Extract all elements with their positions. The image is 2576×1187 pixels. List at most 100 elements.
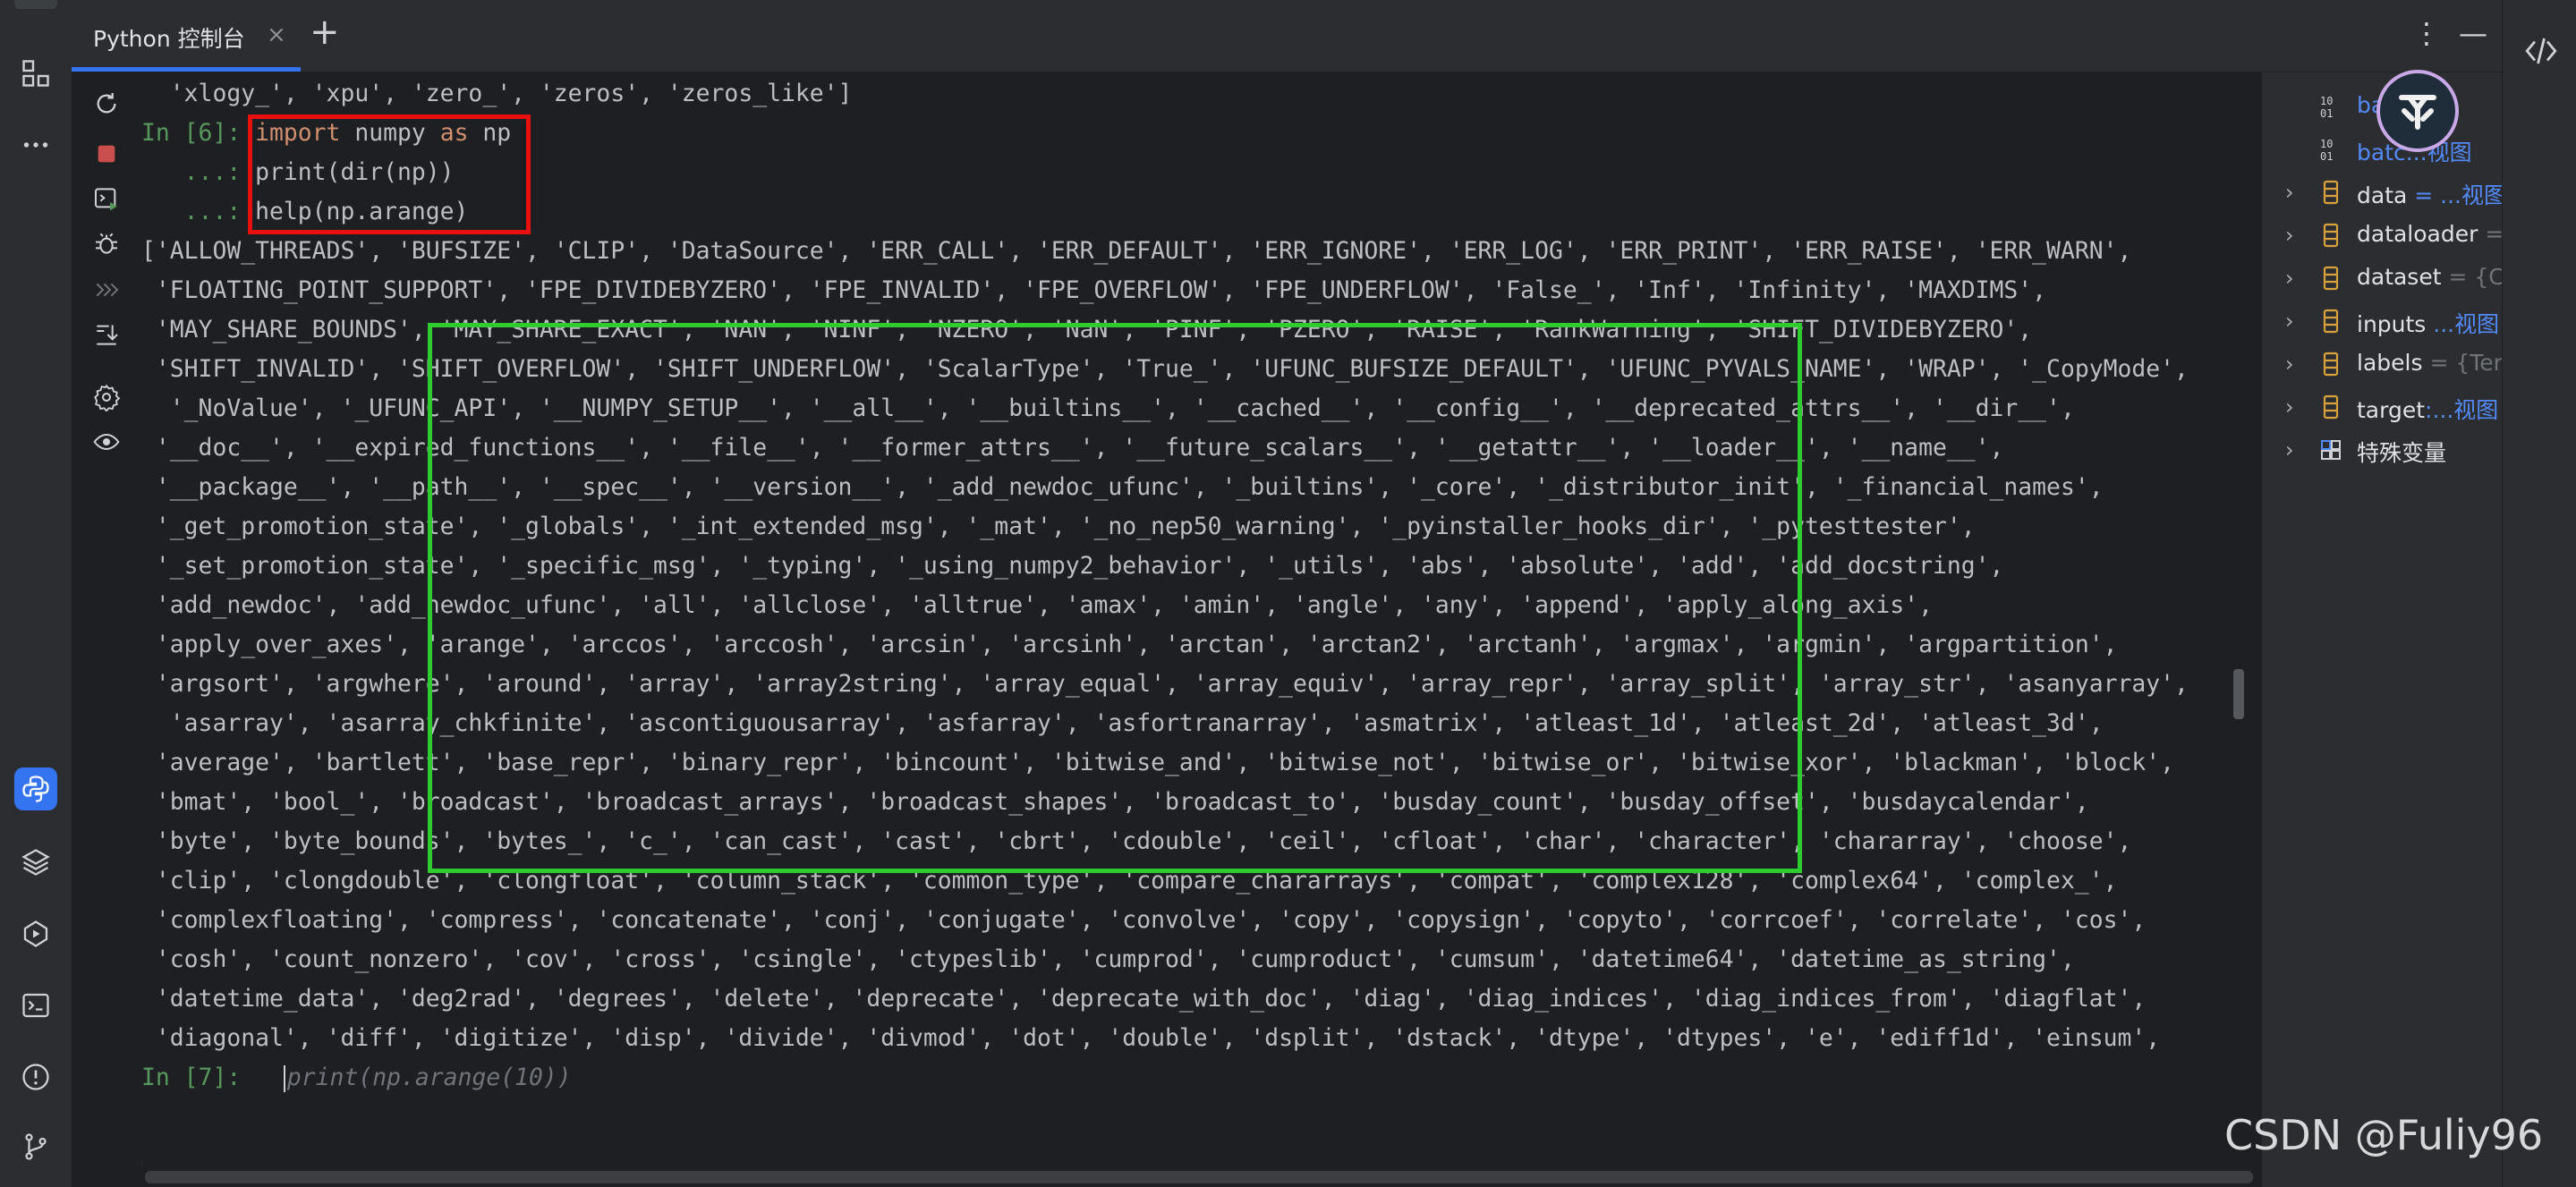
show-history-icon[interactable] (88, 271, 125, 309)
list-variable-icon (2319, 180, 2342, 205)
svg-text:01: 01 (2320, 107, 2333, 119)
variable-name-text: dataloader (2357, 221, 2478, 247)
python-console-icon[interactable] (14, 767, 57, 810)
highlight-green-box (428, 323, 1802, 873)
variable-name-text: target (2357, 397, 2426, 423)
variable-row[interactable]: › data = ...视图 (2267, 171, 2502, 214)
variable-name-text: 特殊变量 (2357, 440, 2447, 466)
variable-name: data = ...视图 (2357, 178, 2502, 210)
layers-icon[interactable] (14, 841, 57, 884)
horizontal-scrollbar[interactable] (145, 1171, 2253, 1183)
output-text: 'diagonal', 'diff', 'digitize', 'disp', … (141, 1024, 2161, 1052)
variable-value: = ...视图 (2407, 182, 2502, 208)
close-icon[interactable]: × (267, 21, 286, 48)
variable-name-text: labels (2357, 350, 2423, 376)
output-text: 'FLOATING_POINT_SUPPORT', 'FPE_DIVIDEBYZ… (141, 276, 2047, 304)
right-tool-bar (2502, 0, 2576, 1187)
output-text: 'complexfloating', 'compress', 'concaten… (141, 906, 2147, 934)
output-text: 'cosh', 'count_nonzero', 'cov', 'cross',… (141, 945, 2075, 973)
variable-name-text: dataset (2357, 264, 2442, 290)
variable-row[interactable]: › dataset = {C (2267, 257, 2502, 300)
tool-window-header: Python 控制台 × + ⋮ — (72, 0, 2502, 72)
variable-value: = (2478, 221, 2502, 247)
output-line: 'complexfloating', 'compress', 'concaten… (141, 901, 2146, 940)
code-with-me-icon[interactable] (2522, 32, 2560, 70)
output-line: 'datetime_data', 'deg2rad', 'degrees', '… (141, 979, 2146, 1019)
add-console-button[interactable]: + (310, 14, 340, 50)
numeric-variable-icon: 10 01 (2319, 94, 2342, 120)
variable-row[interactable]: › 特殊变量 (2267, 428, 2502, 471)
options-menu-icon[interactable]: ⋮ (2412, 16, 2441, 50)
assistant-avatar[interactable] (2376, 70, 2459, 152)
stop-icon[interactable] (88, 135, 125, 173)
input-prompt: In [6]: (141, 119, 256, 147)
project-structure-icon[interactable] (14, 52, 57, 95)
text-caret (283, 1064, 285, 1092)
chevron-right-icon[interactable]: › (2285, 180, 2294, 205)
variable-row[interactable]: › inputs ...视图 (2267, 300, 2502, 343)
chevron-right-icon[interactable]: › (2285, 394, 2294, 420)
variables-panel: 1001bat= {1001batc...视图›data = ...视图›dat… (2267, 72, 2502, 1187)
highlight-red-box (248, 114, 531, 234)
tab-python-console[interactable]: Python 控制台 × (72, 0, 301, 72)
output-line: 'FLOATING_POINT_SUPPORT', 'FPE_DIVIDEBYZ… (141, 271, 2046, 310)
variable-row[interactable]: › target:...视图 (2267, 386, 2502, 428)
list-variable-icon (2319, 266, 2342, 291)
settings-icon[interactable] (88, 378, 125, 416)
chevron-right-icon[interactable]: › (2285, 223, 2294, 248)
output-line: 'xlogy_', 'xpu', 'zero_', 'zeros', 'zero… (141, 74, 853, 114)
output-text: 'datetime_data', 'deg2rad', 'degrees', '… (141, 985, 2147, 1013)
more-tools-icon[interactable] (14, 123, 57, 166)
variable-name: target:...视图 (2357, 393, 2498, 425)
services-icon[interactable] (14, 912, 57, 955)
variable-name-text: inputs (2357, 311, 2427, 337)
variable-name: dataloader = (2357, 221, 2502, 247)
variable-name-text: data (2357, 182, 2408, 208)
rerun-icon[interactable] (88, 85, 125, 123)
numeric-variable-icon: 10 01 (2319, 137, 2342, 163)
continuation-prompt: ...: (141, 158, 256, 186)
continuation-prompt: ...: (141, 198, 256, 225)
git-icon[interactable] (14, 1125, 57, 1168)
svg-text:01: 01 (2320, 150, 2333, 162)
variable-name: labels = {Ter (2357, 350, 2502, 376)
debug-icon[interactable] (88, 225, 125, 262)
hide-window-icon[interactable]: — (2459, 16, 2487, 50)
scroll-to-end-icon[interactable] (88, 316, 125, 353)
inline-completion-hint: print(np.arange(10)) (286, 1064, 572, 1091)
problems-icon[interactable] (14, 1056, 57, 1098)
execute-console-icon[interactable] (88, 180, 125, 217)
variable-value: = {C (2441, 264, 2502, 290)
svg-text:10: 10 (2320, 138, 2333, 150)
scroll-indicator (14, 0, 57, 9)
output-line: 'cosh', 'count_nonzero', 'cov', 'cross',… (141, 940, 2075, 979)
output-text: 'xlogy_', 'xpu', 'zero_', 'zeros', 'zero… (141, 80, 853, 107)
variable-row[interactable]: › labels = {Ter (2267, 343, 2502, 386)
show-variables-icon[interactable] (88, 423, 125, 461)
tab-label: Python 控制台 (93, 26, 245, 52)
special-variables-icon (2319, 437, 2342, 462)
output-line: ['ALLOW_THREADS', 'BUFSIZE', 'CLIP', 'Da… (141, 232, 2131, 271)
list-variable-icon (2319, 352, 2342, 377)
variable-name: dataset = {C (2357, 264, 2502, 290)
watermark: CSDN @Fuliy96 (2224, 1111, 2544, 1159)
chevron-right-icon[interactable]: › (2285, 309, 2294, 334)
list-variable-icon (2319, 394, 2342, 420)
activity-bar (0, 0, 72, 1187)
list-variable-icon (2319, 309, 2342, 334)
terminal-icon[interactable] (14, 984, 57, 1027)
vertical-scrollbar[interactable] (2233, 669, 2244, 719)
console-toolbar (72, 72, 142, 1187)
chevron-right-icon[interactable]: › (2285, 266, 2294, 291)
output-line: 'diagonal', 'diff', 'digitize', 'disp', … (141, 1019, 2160, 1058)
chevron-right-icon[interactable]: › (2285, 352, 2294, 377)
active-tab-indicator (72, 67, 301, 72)
input-line-active[interactable]: In [7]: print(np.arange(10)) (141, 1058, 572, 1098)
chevron-right-icon[interactable]: › (2285, 437, 2294, 462)
variable-value: ...视图 (2426, 311, 2500, 337)
svg-text:10: 10 (2320, 95, 2333, 107)
variable-value: :...视图 (2425, 397, 2499, 423)
output-text: ['ALLOW_THREADS', 'BUFSIZE', 'CLIP', 'Da… (141, 237, 2132, 265)
variable-row[interactable]: › dataloader = (2267, 214, 2502, 257)
input-prompt: In [7]: (141, 1064, 284, 1091)
